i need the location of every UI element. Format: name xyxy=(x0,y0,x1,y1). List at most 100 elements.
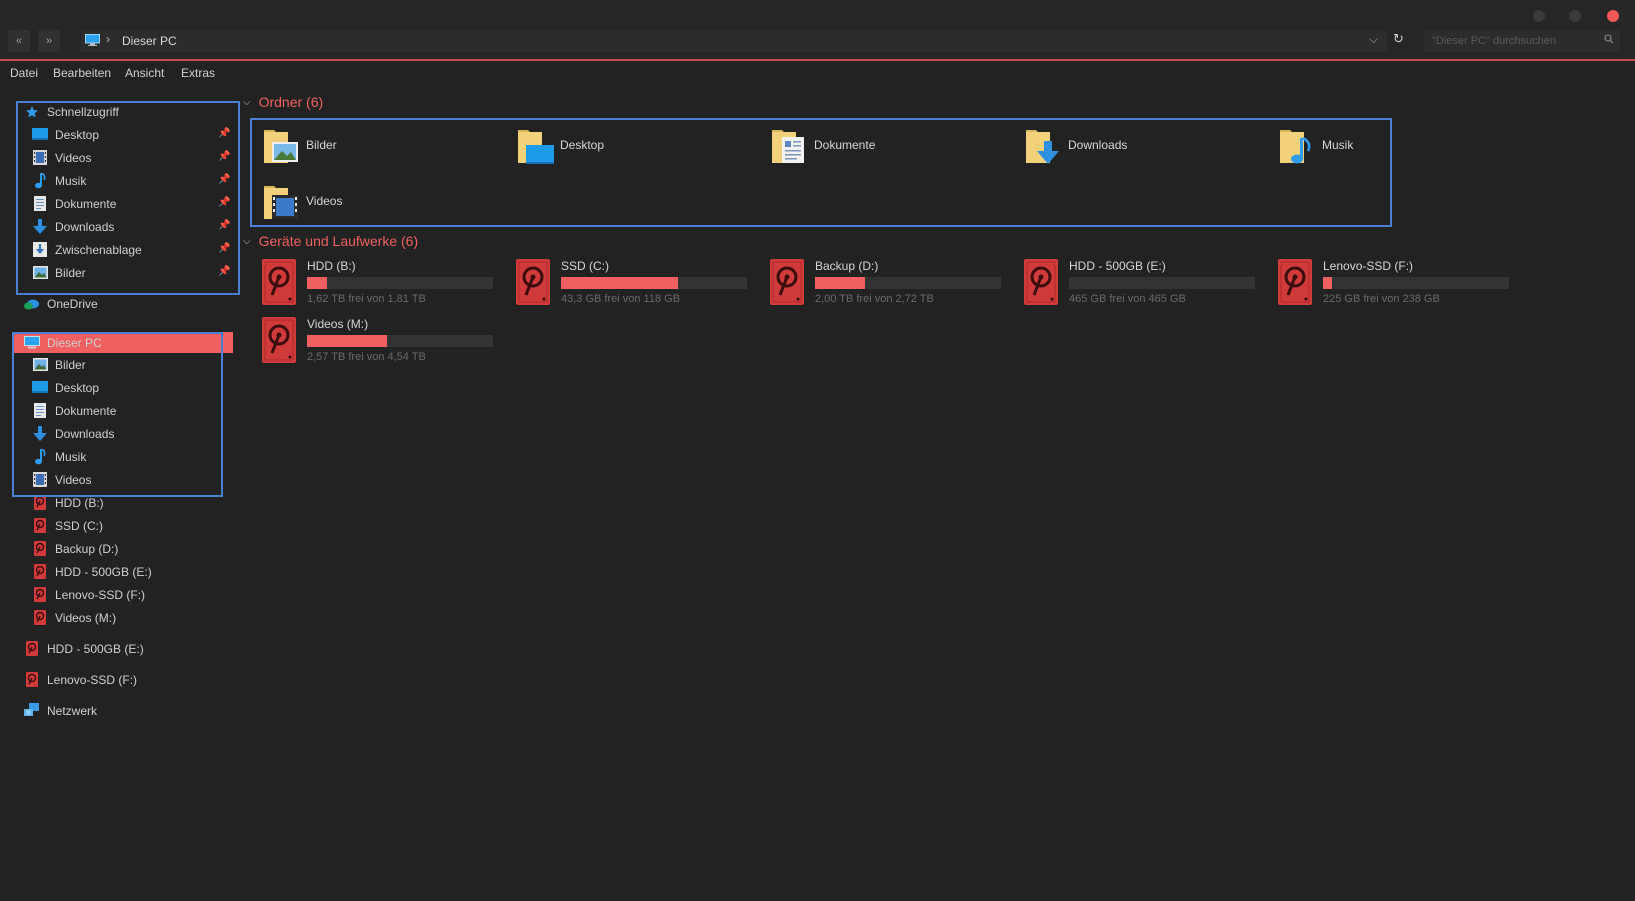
address-row: « » › Dieser PC ⌵ ↻ "Dieser PC" durchsuc… xyxy=(0,30,1635,60)
drive-usage-bar xyxy=(1069,277,1255,289)
search-placeholder: "Dieser PC" durchsuchen xyxy=(1432,35,1556,47)
sidebar-item-label: HDD (B:) xyxy=(55,495,104,510)
search-input[interactable]: "Dieser PC" durchsuchen xyxy=(1424,30,1620,52)
sidebar-item-label: HDD - 500GB (E:) xyxy=(55,564,152,579)
breadcrumb-path[interactable]: Dieser PC xyxy=(122,34,177,48)
refresh-icon[interactable]: ↻ xyxy=(1393,31,1404,47)
sidebar-item-drive-f-root[interactable]: Lenovo-SSD (F:) xyxy=(24,668,137,691)
drive-name: SSD (C:) xyxy=(561,259,609,273)
folder-tile-videos[interactable]: Videos xyxy=(262,178,502,226)
folder-tile-desktop[interactable]: Desktop xyxy=(516,122,756,170)
network-icon xyxy=(24,703,40,719)
menu-extras[interactable]: Extras xyxy=(181,66,215,80)
drive-name: Lenovo-SSD (F:) xyxy=(1323,259,1414,273)
sidebar-item-label: Backup (D:) xyxy=(55,541,119,556)
drive-usage-bar xyxy=(307,335,493,347)
section-title: Ordner (6) xyxy=(258,94,324,110)
folder-tile-bilder[interactable]: Bilder xyxy=(262,122,502,170)
folders-section-header[interactable]: ⌵ Ordner (6) xyxy=(243,94,323,110)
hard-drive-icon xyxy=(1278,259,1312,305)
sidebar-item-drive-d[interactable]: Backup (D:) xyxy=(32,537,118,560)
sidebar-item-label: Videos (M:) xyxy=(55,610,117,625)
folder-label: Videos xyxy=(306,194,343,208)
drive-free-space: 465 GB frei von 465 GB xyxy=(1069,293,1186,305)
sidebar-item-label: OneDrive xyxy=(47,296,98,311)
drive-free-space: 225 GB frei von 238 GB xyxy=(1323,293,1440,305)
videos-folder-icon xyxy=(264,186,298,219)
minimize-button[interactable] xyxy=(1533,10,1545,22)
sidebar-item-label: Netzwerk xyxy=(47,703,98,718)
hard-drive-icon xyxy=(32,541,48,557)
hard-drive-icon xyxy=(32,518,48,534)
folder-tile-downloads[interactable]: Downloads xyxy=(1024,122,1264,170)
music-folder-icon xyxy=(1280,130,1311,164)
drive-tile[interactable]: Backup (D:) 2,00 TB frei von 2,72 TB xyxy=(770,259,1010,311)
search-icon[interactable] xyxy=(1604,34,1614,44)
hard-drive-icon xyxy=(262,317,296,363)
drive-tile[interactable]: Lenovo-SSD (F:) 225 GB frei von 238 GB xyxy=(1278,259,1518,311)
drive-usage-bar xyxy=(307,277,493,289)
drive-tile[interactable]: HDD - 500GB (E:) 465 GB frei von 465 GB xyxy=(1024,259,1264,311)
hard-drive-icon xyxy=(32,587,48,603)
quick-access-highlight-box xyxy=(16,101,240,295)
desktop-folder-icon xyxy=(518,130,554,164)
drive-usage-fill xyxy=(561,277,678,289)
folder-label: Downloads xyxy=(1068,138,1128,152)
drive-tile[interactable]: Videos (M:) 2,57 TB frei von 4,54 TB xyxy=(262,317,502,369)
menu-ansicht[interactable]: Ansicht xyxy=(125,66,164,80)
folder-tile-dokumente[interactable]: Dokumente xyxy=(770,122,1010,170)
drive-name: HDD (B:) xyxy=(307,259,356,273)
chevron-down-icon[interactable]: ⌵ xyxy=(243,236,251,247)
hard-drive-icon xyxy=(32,564,48,580)
sidebar-item-drive-f[interactable]: Lenovo-SSD (F:) xyxy=(32,583,145,606)
drive-usage-fill xyxy=(307,277,327,289)
sidebar-item-drive-c[interactable]: SSD (C:) xyxy=(32,514,103,537)
drive-tile[interactable]: SSD (C:) 43,3 GB frei von 118 GB xyxy=(516,259,756,311)
drive-free-space: 1,62 TB frei von 1,81 TB xyxy=(307,293,426,305)
back-button[interactable]: « xyxy=(8,30,30,52)
forward-button[interactable]: » xyxy=(38,30,60,52)
menu-bar: Datei Bearbeiten Ansicht Extras xyxy=(0,62,1635,84)
onedrive-icon xyxy=(24,296,40,312)
drive-usage-fill xyxy=(815,277,865,289)
close-button[interactable] xyxy=(1607,10,1619,22)
sidebar-item-label: HDD - 500GB (E:) xyxy=(47,641,144,656)
drive-free-space: 2,00 TB frei von 2,72 TB xyxy=(815,293,934,305)
drives-section-header[interactable]: ⌵ Geräte und Laufwerke (6) xyxy=(243,233,418,249)
drive-tile[interactable]: HDD (B:) 1,62 TB frei von 1,81 TB xyxy=(262,259,502,311)
sidebar-item-onedrive[interactable]: OneDrive xyxy=(24,292,98,315)
accent-line xyxy=(0,59,1635,61)
breadcrumb-separator: › xyxy=(106,32,110,46)
sidebar-item-label: SSD (C:) xyxy=(55,518,103,533)
hard-drive-icon xyxy=(1024,259,1058,305)
drive-name: Videos (M:) xyxy=(307,317,369,331)
sidebar-item-drive-m[interactable]: Videos (M:) xyxy=(32,606,116,629)
this-pc-folders-highlight-box xyxy=(12,332,223,497)
computer-icon xyxy=(85,34,100,46)
folder-label: Bilder xyxy=(306,138,337,152)
section-title: Geräte und Laufwerke (6) xyxy=(258,233,419,249)
menu-datei[interactable]: Datei xyxy=(10,66,38,80)
drive-name: Backup (D:) xyxy=(815,259,879,273)
pictures-folder-icon xyxy=(264,130,298,163)
documents-folder-icon xyxy=(772,130,804,163)
folder-label: Dokumente xyxy=(814,138,876,152)
folder-tile-musik[interactable]: Musik xyxy=(1278,122,1518,170)
sidebar-item-label: Lenovo-SSD (F:) xyxy=(55,587,146,602)
sidebar-item-drive-e[interactable]: HDD - 500GB (E:) xyxy=(32,560,152,583)
chevron-down-icon[interactable]: ⌵ xyxy=(243,97,251,108)
drive-usage-bar xyxy=(1323,277,1509,289)
sidebar-item-netzwerk[interactable]: Netzwerk xyxy=(24,699,97,722)
address-dropdown-icon[interactable]: ⌵ xyxy=(1369,32,1378,47)
drive-free-space: 43,3 GB frei von 118 GB xyxy=(561,293,681,305)
drive-name: HDD - 500GB (E:) xyxy=(1069,259,1166,273)
menu-bearbeiten[interactable]: Bearbeiten xyxy=(53,66,111,80)
hard-drive-icon xyxy=(516,259,550,305)
maximize-button[interactable] xyxy=(1569,10,1581,22)
drive-usage-fill xyxy=(1323,277,1332,289)
drive-free-space: 2,57 TB frei von 4,54 TB xyxy=(307,351,426,363)
folder-label: Musik xyxy=(1322,138,1354,152)
hard-drive-icon xyxy=(32,610,48,626)
sidebar-item-drive-e-root[interactable]: HDD - 500GB (E:) xyxy=(24,637,144,660)
address-bar[interactable]: › Dieser PC ⌵ ↻ xyxy=(81,30,1404,52)
